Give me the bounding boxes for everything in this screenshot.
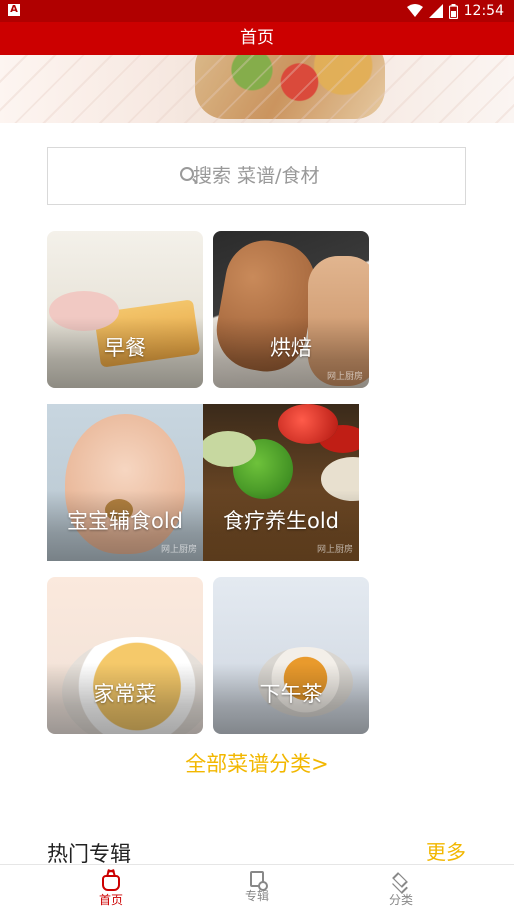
category-tile-baking[interactable]: 烘焙 网上厨房 xyxy=(213,231,369,388)
nav-category[interactable]: 分类 xyxy=(361,871,441,907)
watermark: 网上厨房 xyxy=(326,372,363,382)
layers-icon xyxy=(391,871,411,891)
search-placeholder: 搜索 菜谱/食材 xyxy=(193,165,320,187)
status-icons: 12:54 xyxy=(406,2,504,20)
banner-texture xyxy=(0,55,514,123)
album-icon xyxy=(250,871,268,891)
category-label: 早餐 xyxy=(104,336,146,360)
watermark: 网上厨房 xyxy=(316,545,353,555)
category-tile-baby-food[interactable]: 宝宝辅食old 网上厨房 xyxy=(47,404,203,561)
search-input[interactable]: 搜索 菜谱/食材 xyxy=(47,147,466,205)
home-icon xyxy=(102,875,120,891)
more-link[interactable]: 更多 xyxy=(426,838,466,866)
category-tile-afternoon-tea[interactable]: 下午茶 xyxy=(213,577,369,734)
all-categories-link[interactable]: 全部菜谱分类> xyxy=(0,750,514,778)
wifi-icon xyxy=(406,4,423,17)
status-bar: A 12:54 xyxy=(0,0,514,22)
nav-category-label: 分类 xyxy=(388,893,413,907)
notification-a-icon: A xyxy=(8,4,20,16)
nav-home[interactable]: 首页 xyxy=(71,871,151,907)
nav-album[interactable]: 专辑 xyxy=(217,871,297,903)
watermark: 网上厨房 xyxy=(160,545,197,555)
banner-image[interactable] xyxy=(0,55,514,123)
battery-icon xyxy=(448,3,458,19)
category-label: 烘焙 xyxy=(270,336,312,360)
signal-icon xyxy=(428,4,443,18)
status-time: 12:54 xyxy=(463,3,504,19)
nav-album-label: 专辑 xyxy=(244,889,269,903)
category-label: 食疗养生old xyxy=(222,509,339,533)
category-label: 家常菜 xyxy=(93,682,157,706)
category-tile-home-cooking[interactable]: 家常菜 xyxy=(47,577,203,734)
bottom-nav: 首页 专辑 分类 xyxy=(0,864,514,912)
category-tile-therapy[interactable]: 食疗养生old 网上厨房 xyxy=(203,404,359,561)
category-tile-breakfast[interactable]: 早餐 xyxy=(47,231,203,388)
category-label: 宝宝辅食old xyxy=(66,509,183,533)
search-icon xyxy=(180,167,194,181)
page-title: 首页 xyxy=(0,22,514,55)
category-label: 下午茶 xyxy=(259,682,323,706)
nav-home-label: 首页 xyxy=(98,893,123,907)
